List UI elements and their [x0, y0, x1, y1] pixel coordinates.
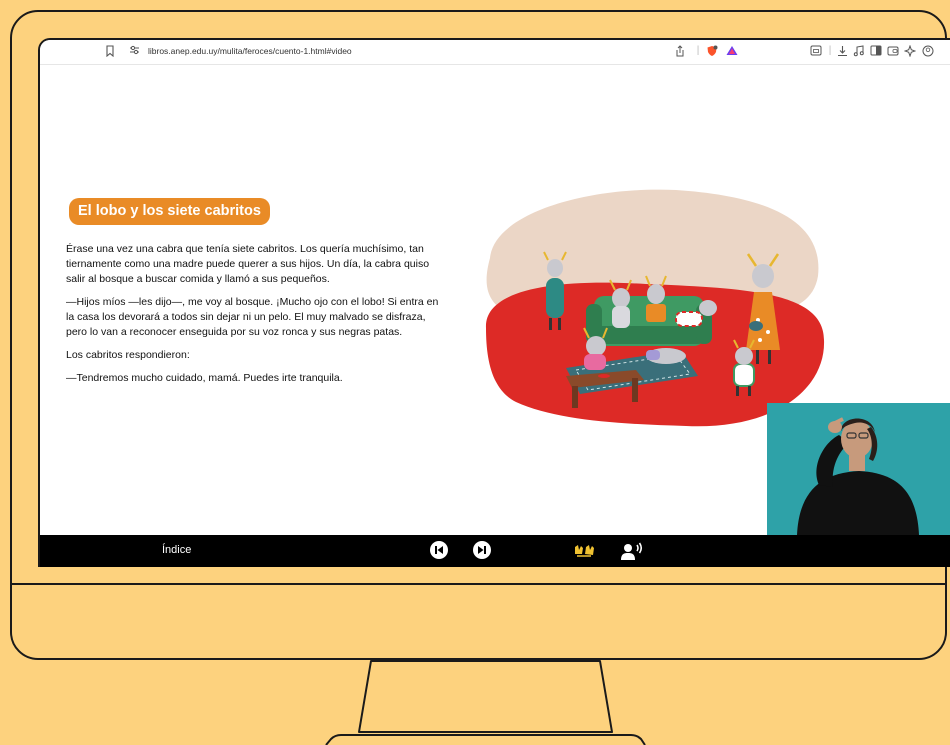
brave-shield-icon[interactable]: [706, 45, 718, 57]
separator-2: |: [828, 45, 832, 56]
index-button[interactable]: Índice: [162, 544, 191, 556]
story-paragraph: Érase una vez una cabra que tenía siete …: [66, 243, 430, 285]
url-text[interactable]: libros.anep.edu.uy/mulita/feroces/cuento…: [148, 46, 352, 56]
story-paragraph: —Hijos míos —les dijo—, me voy al bosque…: [66, 296, 439, 338]
music-icon[interactable]: [852, 45, 864, 57]
interpreter-figure: [767, 403, 950, 535]
bookmark-icon[interactable]: [104, 45, 116, 58]
screen: libros.anep.edu.uy/mulita/feroces/cuento…: [38, 38, 950, 567]
site-settings-icon[interactable]: [128, 45, 140, 57]
profile-icon[interactable]: [922, 45, 934, 57]
separator: |: [696, 45, 700, 56]
download-icon[interactable]: [836, 45, 848, 57]
sign-language-video[interactable]: [767, 403, 950, 535]
story-paragraph: —Tendremos mucho cuidado, mamá. Puedes i…: [66, 372, 343, 384]
leo-icon[interactable]: [903, 44, 917, 58]
sign-language-icon[interactable]: [573, 542, 595, 560]
story-illustration: [485, 189, 825, 427]
reader-icon[interactable]: [870, 45, 882, 57]
next-icon[interactable]: [473, 541, 491, 559]
story-paragraph: Los cabritos respondieron:: [66, 349, 190, 361]
story-title: El lobo y los siete cabritos: [69, 198, 270, 225]
audio-narration-icon[interactable]: [620, 541, 644, 561]
story-text: Érase una vez una cabra que tenía siete …: [66, 242, 444, 394]
goat-lying: [646, 348, 686, 364]
reader-toolbar: Índice: [40, 535, 950, 567]
share-icon[interactable]: [674, 45, 686, 57]
wallet-icon[interactable]: [887, 45, 899, 57]
previous-icon[interactable]: [430, 541, 448, 559]
sidebar-icon[interactable]: [810, 45, 822, 57]
brave-rewards-icon[interactable]: [726, 45, 738, 57]
address-bar: libros.anep.edu.uy/mulita/feroces/cuento…: [40, 40, 950, 65]
